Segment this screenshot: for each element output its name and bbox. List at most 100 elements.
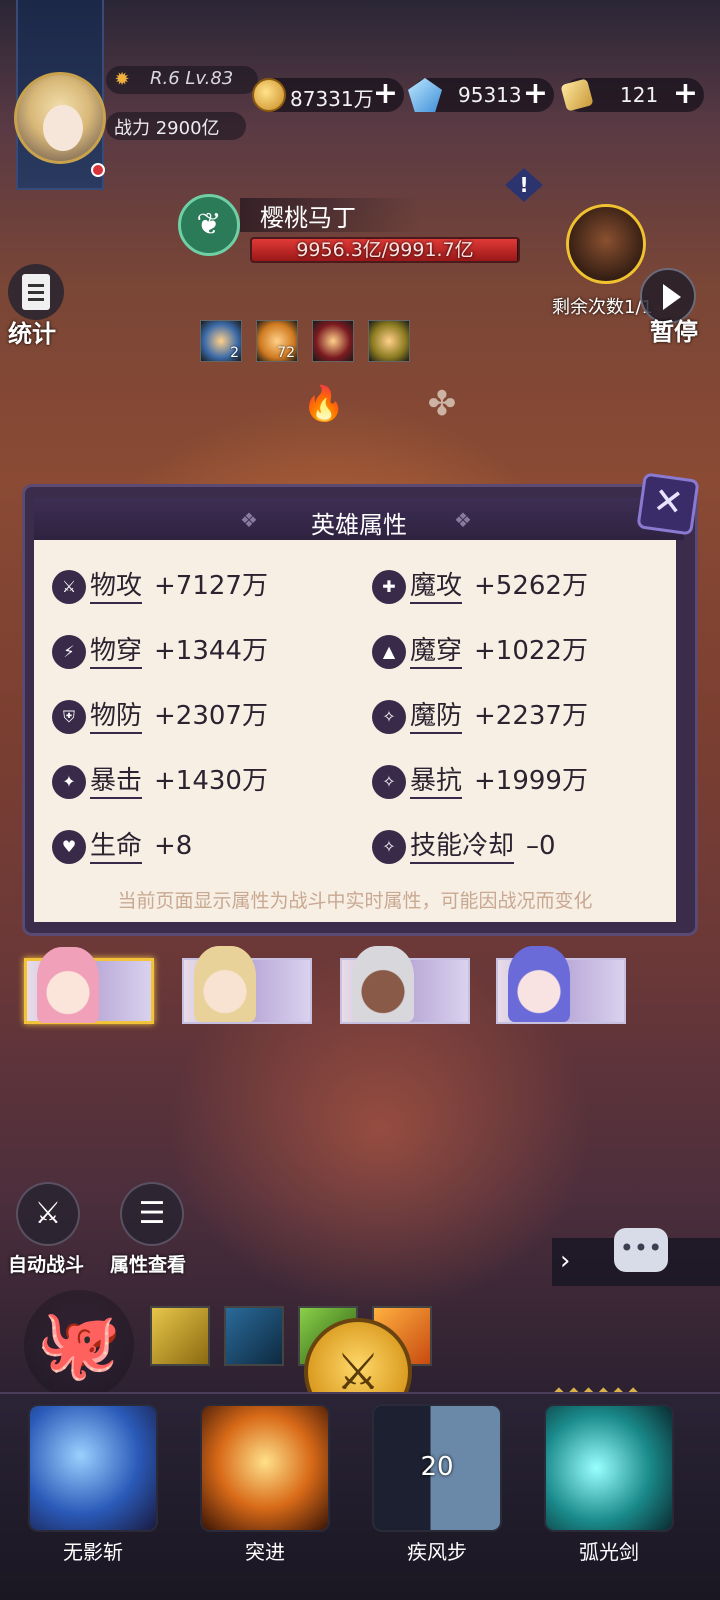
wind-skill-icon[interactable] — [224, 1306, 284, 1366]
stat-row: ⛨ 物防 +2307万 — [52, 698, 352, 738]
stats-button[interactable] — [8, 264, 64, 320]
boss-hp-text: 9956.3亿/9991.7亿 — [296, 239, 474, 261]
stat-row: ✧ 魔防 +2237万 — [372, 698, 672, 738]
remaining-attempts: 剩余次数1/1 — [552, 297, 653, 318]
rank-level: R.6 Lv.83 — [150, 68, 234, 89]
stat-name: 物攻 — [90, 570, 143, 604]
health-icon: ♥ — [52, 830, 86, 864]
attribute-view-button[interactable]: ☰ — [120, 1182, 184, 1246]
ticket-value: 121 — [620, 83, 659, 107]
stat-value: +5262万 — [474, 571, 588, 601]
hero-card-3[interactable] — [340, 946, 470, 1024]
boss-name: 樱桃马丁 — [260, 204, 356, 232]
buff-icon: 72 — [256, 320, 298, 362]
stat-value: +2307万 — [154, 701, 268, 731]
stat-name: 物防 — [90, 700, 143, 734]
stat-value: +1430万 — [154, 766, 268, 796]
skill-button-4[interactable] — [544, 1404, 674, 1532]
gem-resource: 95313 + — [408, 78, 554, 112]
gem-value: 95313 — [458, 83, 522, 107]
ticket-resource: 121 + — [560, 78, 704, 112]
stat-value: +1344万 — [154, 636, 268, 666]
pause-label: 暂停 — [650, 318, 698, 346]
magic-defense-icon: ✧ — [372, 700, 406, 734]
hero-card-2[interactable] — [182, 946, 312, 1024]
physical-penetration-icon: ⚡ — [52, 635, 86, 669]
stat-value: +8 — [154, 831, 193, 861]
skill-button-3[interactable]: 20 — [372, 1404, 502, 1532]
power-value: 2900亿 — [155, 118, 220, 139]
physical-defense-icon: ⛨ — [52, 700, 86, 734]
sword-skill-icon[interactable] — [150, 1306, 210, 1366]
skill-name: 弧光剑 — [579, 1540, 639, 1564]
stat-name: 魔攻 — [410, 570, 463, 604]
critical-resist-icon: ✧ — [372, 765, 406, 799]
chevron-right-icon[interactable]: › — [560, 1246, 570, 1276]
hero-card-4[interactable] — [496, 946, 626, 1024]
cooldown-icon: ✧ — [372, 830, 406, 864]
chat-icon[interactable]: ••• — [614, 1228, 668, 1272]
stat-row: ▲ 魔穿 +1022万 — [372, 633, 672, 673]
physical-attack-icon: ⚔ — [52, 570, 86, 604]
rank-badge-icon: ✹ — [114, 69, 130, 90]
add-gold-button[interactable]: + — [373, 78, 398, 110]
stat-value: +7127万 — [154, 571, 268, 601]
close-button[interactable]: ✕ — [636, 472, 700, 536]
stat-row: ✚ 魔攻 +5262万 — [372, 568, 672, 608]
stat-name: 暴抗 — [410, 765, 463, 799]
notification-dot — [91, 163, 105, 177]
stat-row: ⚔ 物攻 +7127万 — [52, 568, 352, 608]
stat-name: 物穿 — [90, 635, 143, 669]
stat-row: ✦ 暴击 +1430万 — [52, 763, 352, 803]
magic-attack-icon: ✚ — [372, 570, 406, 604]
auto-battle-label: 自动战斗 — [8, 1254, 85, 1276]
stat-name: 暴击 — [90, 765, 143, 799]
power-label: 战力 — [114, 118, 150, 139]
add-ticket-button[interactable]: + — [673, 78, 698, 110]
stat-value: +1022万 — [474, 636, 588, 666]
buff-icon — [368, 320, 410, 362]
attribute-view-label: 属性查看 — [110, 1254, 187, 1276]
blue-gem-icon — [408, 78, 442, 112]
add-gem-button[interactable]: + — [523, 78, 548, 110]
warning-icon[interactable]: ! — [505, 168, 543, 202]
stat-value: +1999万 — [474, 766, 588, 796]
critical-icon: ✦ — [52, 765, 86, 799]
skill-name: 突进 — [245, 1540, 285, 1564]
gold-ticket-icon — [560, 78, 594, 112]
stat-name: 魔穿 — [410, 635, 463, 669]
boss-portrait[interactable] — [566, 204, 646, 284]
gold-resource: 87331万 + — [252, 78, 404, 112]
panel-title: 英雄属性 — [311, 511, 407, 539]
stat-row: ✧ 暴抗 +1999万 — [372, 763, 672, 803]
stat-row: ♥ 生命 +8 — [52, 828, 352, 868]
auto-battle-button[interactable]: ⚔ — [16, 1182, 80, 1246]
stat-name: 技能冷却 — [410, 830, 515, 864]
hero-card-1[interactable] — [24, 947, 154, 1024]
list-icon: ☰ — [138, 1196, 166, 1231]
player-avatar[interactable] — [14, 72, 106, 164]
gold-value: 87331万 — [290, 87, 374, 111]
skill-button-1[interactable] — [28, 1404, 158, 1532]
skill-name: 疾风步 — [407, 1540, 467, 1564]
skill-button-2[interactable] — [200, 1404, 330, 1532]
flame-icon: 🔥 — [302, 384, 346, 424]
octopus-icon[interactable]: 🐙 — [24, 1290, 134, 1400]
gold-coin-icon — [252, 78, 286, 112]
stats-label: 统计 — [8, 320, 56, 348]
stat-row: ✧ 技能冷却 –0 — [372, 828, 672, 868]
attributes-note: 当前页面显示属性为战斗中实时属性，可能因战况而变化 — [117, 890, 593, 912]
skill-name: 无影斩 — [63, 1540, 123, 1564]
stat-name: 生命 — [90, 830, 143, 864]
swirl-icon: ✤ — [427, 384, 457, 424]
stat-value: +2237万 — [474, 701, 588, 731]
power-display: 战力 2900亿 — [114, 114, 220, 140]
buff-icon — [312, 320, 354, 362]
crossed-swords-icon: ⚔ — [34, 1196, 62, 1231]
butterfly-icon: ❦ — [178, 194, 240, 256]
buff-icon: 2 — [200, 320, 242, 362]
stat-row: ⚡ 物穿 +1344万 — [52, 633, 352, 673]
stat-value: –0 — [526, 831, 556, 861]
stat-name: 魔防 — [410, 700, 463, 734]
magic-penetration-icon: ▲ — [372, 635, 406, 669]
